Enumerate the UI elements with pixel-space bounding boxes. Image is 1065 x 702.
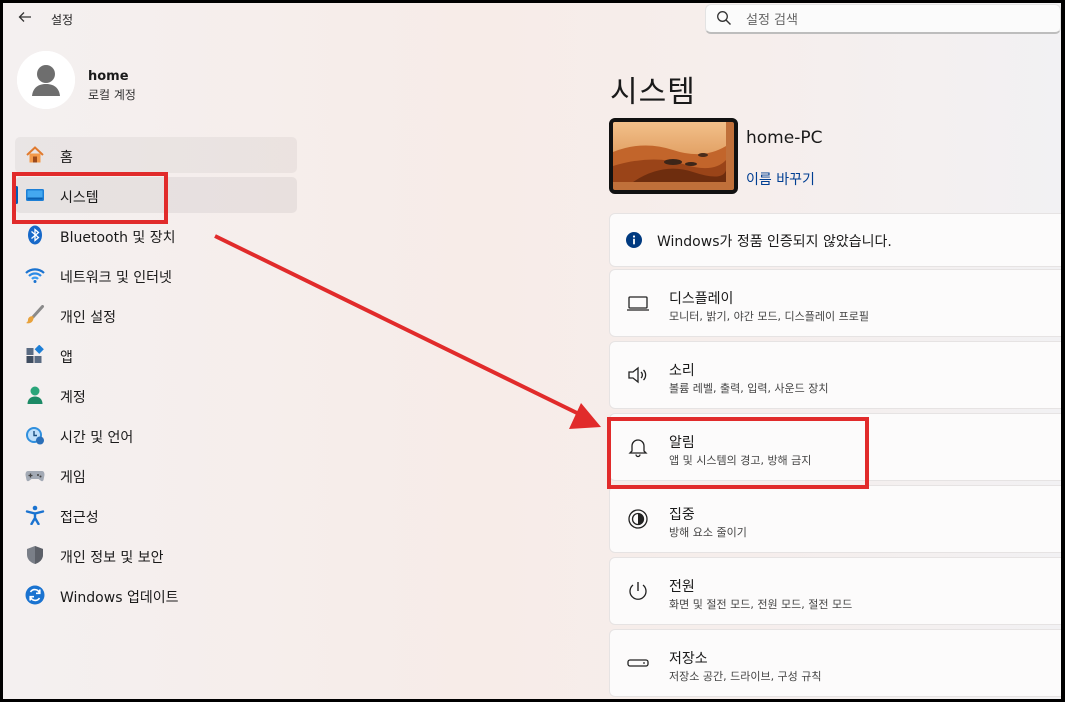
info-icon: [626, 232, 642, 248]
sidebar-item-label: 시간 및 언어: [60, 430, 134, 446]
notice-text: Windows가 정품 인증되지 않았습니다.: [657, 234, 892, 250]
setting-subtitle: 볼륨 레벨, 출력, 입력, 사운드 장치: [669, 382, 829, 395]
sidebar-item-label: 앱: [60, 350, 73, 366]
setting-title: 소리: [669, 363, 695, 379]
highlight-box-notifications: [607, 417, 869, 489]
sidebar-item-network[interactable]: 네트워크 및 인터넷: [15, 257, 297, 293]
setting-subtitle: 화면 및 절전 모드, 전원 모드, 절전 모드: [669, 598, 853, 611]
sidebar-item-label: 네트워크 및 인터넷: [60, 270, 172, 286]
home-icon: [26, 146, 44, 163]
search-icon: [717, 11, 731, 25]
setting-row-display[interactable]: 디스플레이 모니터, 밝기, 야간 모드, 디스플레이 프로필: [609, 269, 1061, 337]
update-icon: [25, 585, 45, 605]
setting-subtitle: 저장소 공간, 드라이브, 구성 규칙: [669, 670, 822, 683]
account-icon: [27, 386, 43, 404]
device-wallpaper-thumbnail[interactable]: [609, 118, 738, 194]
setting-row-storage[interactable]: 저장소 저장소 공간, 드라이브, 구성 규칙: [609, 629, 1061, 697]
setting-subtitle: 모니터, 밝기, 야간 모드, 디스플레이 프로필: [669, 310, 870, 323]
back-button[interactable]: [15, 9, 35, 29]
sidebar-item-label: 접근성: [60, 510, 99, 526]
sidebar-item-gaming[interactable]: 게임: [15, 457, 297, 493]
setting-row-power[interactable]: 전원 화면 및 절전 모드, 전원 모드, 절전 모드: [609, 557, 1061, 625]
device-name: home-PC: [746, 128, 823, 148]
back-arrow-icon: [18, 12, 31, 22]
apps-icon: [26, 345, 44, 363]
brush-icon: [26, 305, 44, 324]
sidebar-item-personalization[interactable]: 개인 설정: [15, 297, 297, 333]
search-box[interactable]: [705, 4, 1061, 34]
display-icon: [627, 296, 649, 311]
desert-wallpaper-image: [613, 122, 726, 182]
sidebar-item-windows-update[interactable]: Windows 업데이트: [15, 577, 297, 613]
sidebar-item-label: 개인 설정: [60, 310, 116, 326]
window-title: 설정: [51, 13, 74, 27]
sidebar-item-label: Windows 업데이트: [60, 590, 179, 606]
search-input[interactable]: [744, 8, 1048, 32]
settings-window: 설정 home 로컬 계정 홈 시스템 Bluetooth 및: [3, 3, 1061, 699]
sidebar-item-time-language[interactable]: 시간 및 언어: [15, 417, 297, 453]
sidebar-item-home[interactable]: 홈: [15, 137, 297, 173]
power-icon: [629, 582, 647, 600]
page-title: 시스템: [610, 75, 696, 111]
highlight-box-system: [12, 172, 168, 224]
storage-icon: [627, 659, 649, 667]
setting-title: 디스플레이: [669, 291, 734, 307]
setting-title: 저장소: [669, 651, 708, 667]
avatar: [17, 51, 75, 109]
clock-globe-icon: [26, 427, 44, 445]
sidebar-item-label: 계정: [60, 390, 86, 406]
bluetooth-icon: [28, 225, 42, 245]
shield-icon: [27, 546, 43, 564]
activation-notice[interactable]: Windows가 정품 인증되지 않았습니다.: [609, 213, 1061, 267]
gamepad-icon: [25, 471, 45, 482]
setting-title: 집중: [669, 507, 695, 523]
sidebar-item-label: 개인 정보 및 보안: [60, 550, 164, 566]
sidebar-item-label: 게임: [60, 470, 86, 486]
setting-row-focus[interactable]: 집중 방해 요소 줄이기: [609, 485, 1061, 553]
accessibility-icon: [25, 505, 45, 525]
user-name: home: [88, 69, 129, 84]
sidebar-item-label: Bluetooth 및 장치: [60, 230, 176, 246]
setting-subtitle: 방해 요소 줄이기: [669, 526, 747, 539]
setting-title: 전원: [669, 579, 695, 595]
setting-row-sound[interactable]: 소리 볼륨 레벨, 출력, 입력, 사운드 장치: [609, 341, 1061, 409]
sidebar-item-apps[interactable]: 앱: [15, 337, 297, 373]
sidebar-item-label: 홈: [60, 150, 73, 166]
focus-icon: [628, 509, 648, 529]
sidebar-item-accessibility[interactable]: 접근성: [15, 497, 297, 533]
sidebar-item-privacy-security[interactable]: 개인 정보 및 보안: [15, 537, 297, 573]
rename-link[interactable]: 이름 바꾸기: [746, 169, 815, 189]
speaker-icon: [628, 366, 647, 384]
user-avatar-icon: [17, 51, 75, 109]
wifi-icon: [25, 268, 45, 283]
title-bar: 설정: [3, 3, 1061, 35]
sidebar-item-accounts[interactable]: 계정: [15, 377, 297, 413]
account-type: 로컬 계정: [88, 88, 136, 102]
